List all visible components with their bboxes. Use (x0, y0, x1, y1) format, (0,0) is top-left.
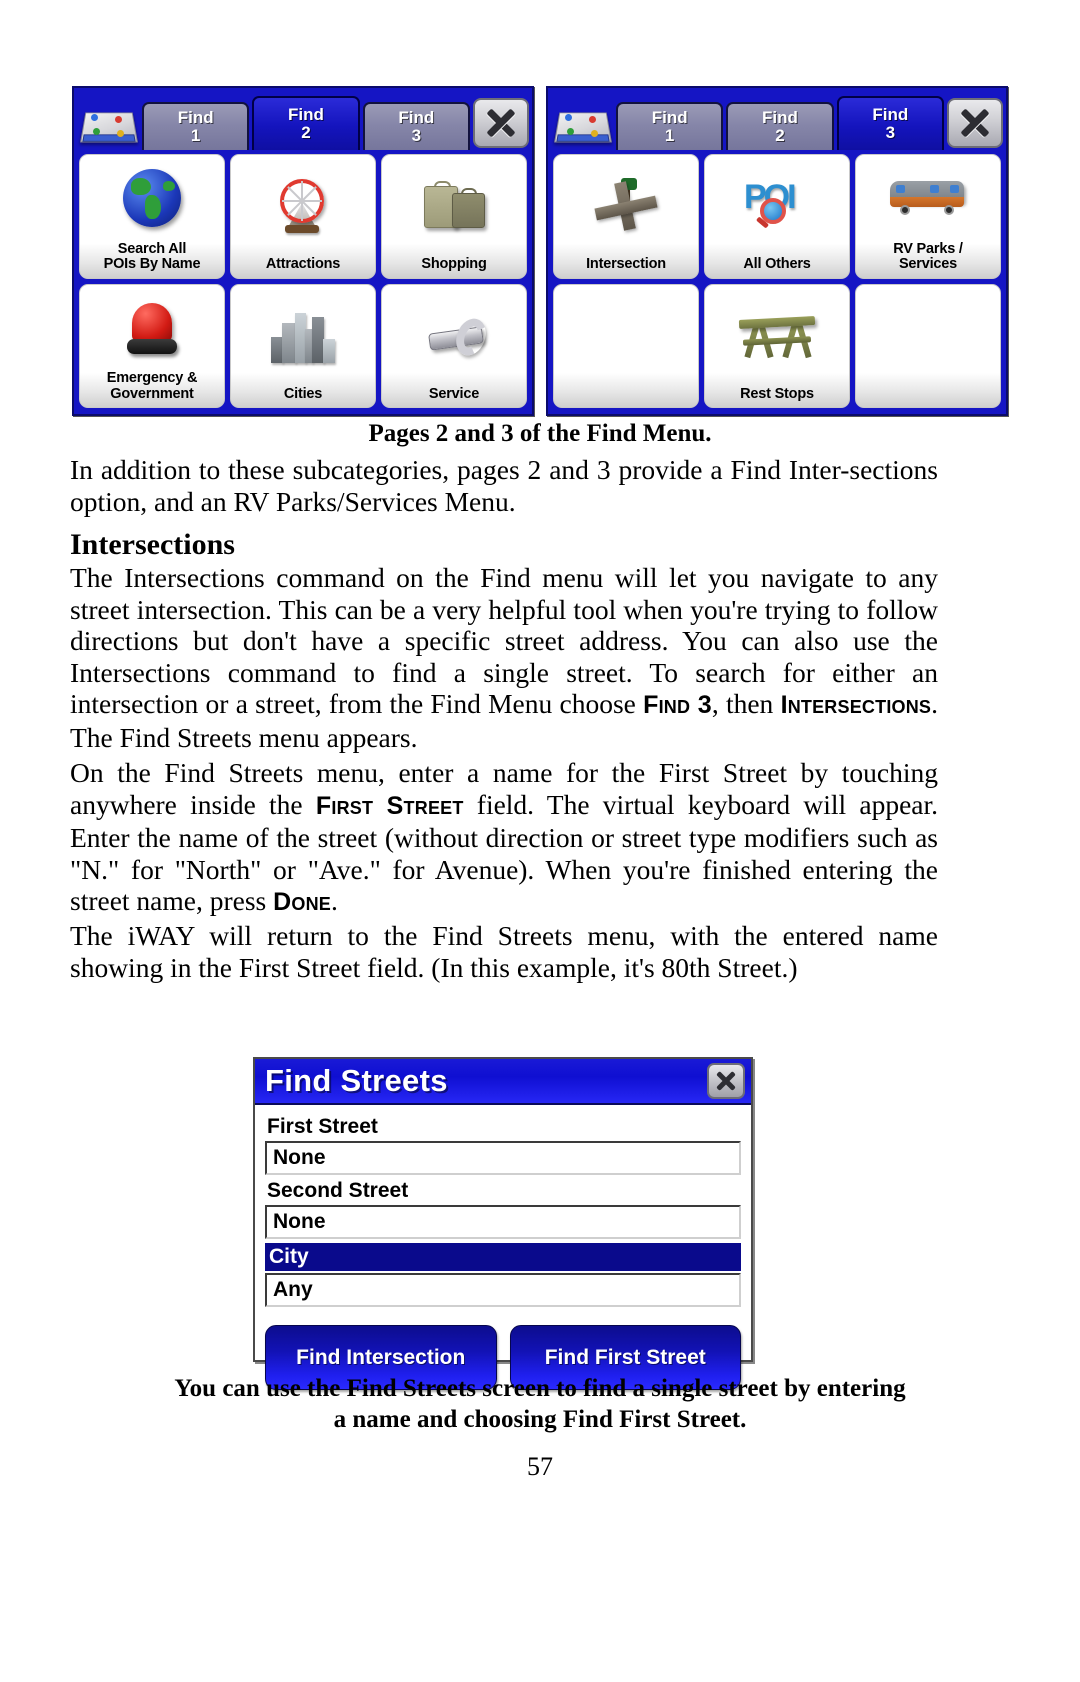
poi-magnifier-icon: POI (705, 155, 849, 257)
paragraph-2: On the Find Streets menu, enter a name f… (70, 757, 938, 919)
tab-label-line1: Find (762, 108, 798, 127)
document-page: Find 1 Find 2 Find 3 Search All POIs By … (0, 0, 1080, 1682)
intro-paragraph: In addition to these subcategories, page… (70, 454, 938, 517)
find-grid: Intersection POI All Others RV Parks / S… (548, 150, 1006, 414)
tab-label-line1: Find (398, 108, 435, 127)
wrench-icon (382, 285, 526, 387)
close-icon[interactable] (472, 98, 529, 148)
first-street-input[interactable]: None (265, 1141, 741, 1175)
figure-caption-top: Pages 2 and 3 of the Find Menu. (368, 420, 712, 447)
section-heading-intersections: Intersections (70, 528, 235, 561)
menu-item-empty[interactable] (553, 283, 699, 408)
figure-caption-bottom-line2: a name and choosing Find First Street. (333, 1406, 747, 1433)
menu-item-rest-stops[interactable]: Rest Stops (704, 283, 850, 408)
menu-item-shopping[interactable]: Shopping (381, 154, 527, 279)
menu-item-cities[interactable]: Cities (230, 283, 376, 408)
paragraph-3-block: The iWAY will return to the Find Streets… (70, 920, 938, 997)
dialog-title-bar: Find Streets (255, 1059, 751, 1105)
ferris-wheel-icon (231, 155, 375, 257)
figure-find-pages: Find 1 Find 2 Find 3 Search All POIs By … (72, 86, 1008, 416)
second-street-label: Second Street (267, 1179, 409, 1202)
device-screen-find-3: Find 1 Find 2 Find 3 Intersection POI Al… (546, 86, 1008, 416)
tab-find-2[interactable]: Find 2 (252, 96, 360, 150)
tab-find-3[interactable]: Find 3 (362, 102, 470, 150)
tab-find-1[interactable]: Find 1 (142, 102, 250, 150)
picnic-table-icon (705, 285, 849, 387)
tab-label-line2: 3 (411, 126, 422, 145)
first-street-label: First Street (267, 1115, 378, 1138)
tab-label-line2: 2 (301, 123, 311, 142)
smallcaps-intersections: Intersections (780, 691, 932, 719)
menu-item-label: All Others (743, 256, 811, 272)
menu-item-all-others[interactable]: POI All Others (704, 154, 850, 279)
page-number: 57 (527, 1452, 553, 1481)
second-street-input[interactable]: None (265, 1205, 741, 1239)
find-menu-icon[interactable] (551, 100, 613, 150)
intro-paragraph-block: In addition to these subcategories, page… (70, 454, 938, 531)
p2-part3: . (331, 885, 338, 916)
paragraph-3: The iWAY will return to the Find Streets… (70, 920, 938, 983)
rv-icon (856, 155, 1000, 242)
shopping-bags-icon (382, 155, 526, 257)
close-icon[interactable] (707, 1063, 745, 1099)
crossroads-icon (554, 155, 698, 257)
menu-item-label: Service (428, 385, 480, 402)
tab-find-3[interactable]: Find 3 (836, 96, 944, 150)
find-streets-dialog: Find Streets First Street None Second St… (253, 1057, 753, 1390)
find-menu-icon[interactable] (77, 100, 139, 150)
dialog-body: First Street None Second Street None Cit… (255, 1105, 751, 1307)
tab-find-1[interactable]: Find 1 (616, 102, 724, 150)
tab-bar: Find 1 Find 2 Find 3 (548, 88, 1006, 150)
paragraph-2-block: On the Find Streets menu, enter a name f… (70, 757, 938, 933)
menu-item-service[interactable]: Service (381, 283, 527, 408)
tab-label-line2: 1 (190, 126, 201, 145)
menu-item-label: Emergency & Government (106, 370, 198, 402)
menu-item-attractions[interactable]: Attractions (230, 154, 376, 279)
smallcaps-find-3: Find 3 (643, 691, 712, 719)
find-grid: Search All POIs By Name Attractions Shop… (74, 150, 532, 414)
emergency-beacon-icon (80, 285, 224, 372)
tab-label-line2: 1 (664, 126, 675, 145)
device-screen-find-2: Find 1 Find 2 Find 3 Search All POIs By … (72, 86, 534, 416)
p1-mid: , then (711, 688, 781, 719)
tab-label-line1: Find (288, 105, 324, 124)
tab-label-line2: 2 (775, 126, 785, 145)
city-input[interactable]: Any (265, 1273, 741, 1307)
menu-item-label: Search All POIs By Name (103, 240, 201, 272)
smallcaps-done: Done (273, 888, 331, 916)
smallcaps-first-street: First Street (315, 791, 464, 820)
tab-label-line1: Find (651, 108, 688, 127)
menu-item-search-all-pois[interactable]: Search All POIs By Name (79, 154, 225, 279)
close-icon[interactable] (946, 98, 1003, 148)
tab-bar: Find 1 Find 2 Find 3 (74, 88, 532, 150)
menu-item-label: Shopping (421, 256, 487, 272)
menu-item-label: Rest Stops (740, 385, 814, 402)
paragraph-1: The Intersections command on the Find me… (70, 562, 938, 753)
city-label[interactable]: City (265, 1243, 741, 1271)
menu-item-emergency-government[interactable]: Emergency & Government (79, 283, 225, 408)
menu-item-rv-parks-services[interactable]: RV Parks / Services (855, 154, 1001, 279)
dialog-title: Find Streets (265, 1063, 448, 1098)
menu-item-label: Intersection (586, 256, 666, 272)
figure-caption-bottom-line1: You can use the Find Streets screen to f… (174, 1375, 906, 1402)
city-buildings-icon (231, 285, 375, 387)
globe-icon (80, 155, 224, 242)
menu-item-label: RV Parks / Services (893, 240, 963, 272)
paragraph-1-block: The Intersections command on the Find me… (70, 562, 938, 767)
menu-item-empty[interactable] (855, 283, 1001, 408)
menu-item-label: Cities (283, 385, 323, 402)
tab-label-line1: Find (177, 108, 214, 127)
menu-item-intersection[interactable]: Intersection (553, 154, 699, 279)
menu-item-label: Attractions (265, 256, 341, 272)
tab-label-line2: 3 (885, 123, 896, 142)
tab-find-2[interactable]: Find 2 (726, 102, 834, 150)
tab-label-line1: Find (872, 105, 909, 124)
